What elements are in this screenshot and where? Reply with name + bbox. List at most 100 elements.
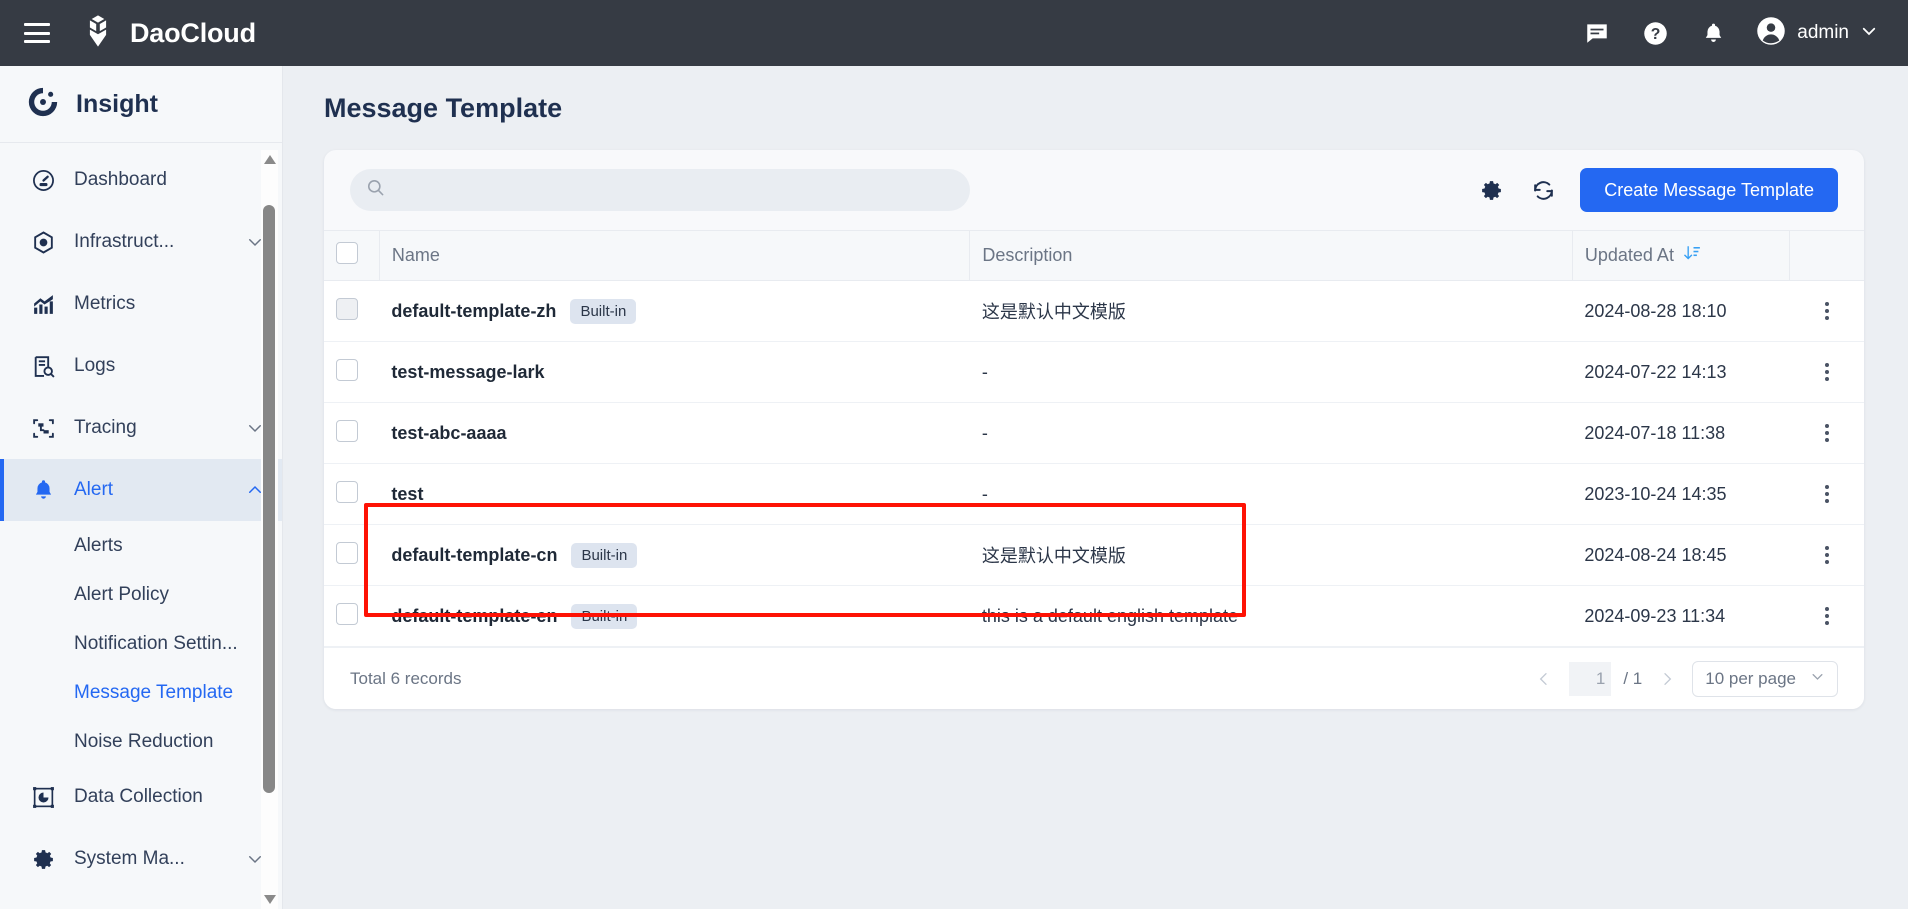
data-collection-icon bbox=[28, 782, 58, 812]
help-icon[interactable]: ? bbox=[1640, 18, 1670, 48]
sidebar-item-alerts[interactable]: Alerts bbox=[0, 521, 282, 570]
scroll-up-arrow-icon[interactable] bbox=[262, 152, 277, 167]
row-more-actions-icon[interactable] bbox=[1801, 607, 1852, 625]
next-page-icon[interactable] bbox=[1654, 666, 1680, 692]
row-more-actions-icon[interactable] bbox=[1801, 424, 1852, 442]
sidebar-subitem-label: Alert Policy bbox=[74, 584, 169, 606]
create-message-template-button[interactable]: Create Message Template bbox=[1580, 168, 1838, 212]
row-checkbox[interactable] bbox=[336, 420, 358, 442]
sidebar-item-label: Logs bbox=[74, 355, 115, 377]
row-description-cell: 这是默认中文模版 bbox=[970, 281, 1573, 342]
topbar-actions: ? admin bbox=[1582, 16, 1908, 51]
row-updated-at-cell: 2024-08-28 18:10 bbox=[1572, 281, 1789, 342]
top-bar: DaoCloud ? bbox=[0, 0, 1908, 66]
template-name: default-template-en bbox=[391, 606, 557, 627]
row-name-cell: test bbox=[379, 464, 969, 525]
row-more-actions-icon[interactable] bbox=[1801, 485, 1852, 503]
row-description-cell: 这是默认中文模版 bbox=[970, 525, 1573, 586]
table-body: default-template-zh Built-in 这是默认中文模版 20… bbox=[324, 281, 1864, 647]
table-header: Name Description Updated At bbox=[324, 231, 1864, 281]
hexagon-icon bbox=[28, 227, 58, 257]
row-checkbox[interactable] bbox=[336, 542, 358, 564]
row-checkbox[interactable] bbox=[336, 359, 358, 381]
table-row[interactable]: test-message-lark - 2024-07-22 14:13 bbox=[324, 342, 1864, 403]
sidebar-nav: Dashboard Infrastruct... Me bbox=[0, 143, 282, 890]
row-checkbox[interactable] bbox=[336, 298, 358, 320]
sort-descending-icon[interactable] bbox=[1683, 244, 1701, 267]
table-row[interactable]: default-template-zh Built-in 这是默认中文模版 20… bbox=[324, 281, 1864, 342]
bell-icon bbox=[28, 475, 58, 505]
table-row[interactable]: test-abc-aaaa - 2024-07-18 11:38 bbox=[324, 403, 1864, 464]
sidebar-item-label: Metrics bbox=[74, 293, 135, 315]
current-page-input[interactable]: 1 bbox=[1569, 662, 1611, 696]
gear-icon[interactable] bbox=[1476, 175, 1506, 205]
sidebar-subitem-label: Message Template bbox=[74, 682, 233, 704]
sidebar-item-data-collection[interactable]: Data Collection bbox=[0, 766, 282, 828]
row-select-cell bbox=[324, 586, 379, 647]
sidebar-product-header[interactable]: Insight bbox=[0, 66, 282, 143]
sidebar-scrollbar[interactable] bbox=[261, 150, 278, 909]
column-header-updated-at[interactable]: Updated At bbox=[1572, 231, 1789, 281]
row-select-cell bbox=[324, 403, 379, 464]
search-icon bbox=[366, 178, 385, 202]
main-content: Message Template bbox=[284, 66, 1908, 909]
sidebar-item-noise-reduction[interactable]: Noise Reduction bbox=[0, 717, 282, 766]
sidebar-item-label: Alert bbox=[74, 479, 113, 501]
column-header-actions bbox=[1789, 231, 1864, 281]
sidebar-item-alert[interactable]: Alert bbox=[0, 459, 282, 521]
sidebar-item-label: Data Collection bbox=[74, 786, 203, 808]
pagination: 1 / 1 10 per page bbox=[1531, 661, 1838, 697]
built-in-badge: Built-in bbox=[570, 299, 636, 324]
log-search-icon bbox=[28, 351, 58, 381]
previous-page-icon[interactable] bbox=[1531, 666, 1557, 692]
chevron-down-icon[interactable] bbox=[1860, 22, 1878, 45]
row-more-actions-icon[interactable] bbox=[1801, 363, 1852, 381]
row-select-cell bbox=[324, 464, 379, 525]
toolbar-actions: Create Message Template bbox=[1476, 168, 1838, 212]
bell-icon[interactable] bbox=[1698, 18, 1728, 48]
sidebar-item-label: Infrastruct... bbox=[74, 231, 174, 253]
sidebar-item-message-template[interactable]: Message Template bbox=[0, 668, 282, 717]
sidebar-item-metrics[interactable]: Metrics bbox=[0, 273, 282, 335]
row-more-actions-icon[interactable] bbox=[1801, 302, 1852, 320]
sidebar-item-infrastructure[interactable]: Infrastruct... bbox=[0, 211, 282, 273]
scroll-down-arrow-icon[interactable] bbox=[262, 892, 277, 907]
column-header-description[interactable]: Description bbox=[970, 231, 1573, 281]
sidebar-subitem-label: Alerts bbox=[74, 535, 123, 557]
svg-text:?: ? bbox=[1650, 26, 1660, 43]
insight-logo-icon bbox=[26, 85, 60, 124]
row-checkbox[interactable] bbox=[336, 603, 358, 625]
daocloud-logo-icon bbox=[80, 13, 116, 54]
refresh-icon[interactable] bbox=[1528, 175, 1558, 205]
message-template-card: Create Message Template Name Description… bbox=[324, 150, 1864, 709]
select-all-checkbox[interactable] bbox=[336, 242, 358, 264]
row-description-cell: this is a default english template bbox=[970, 586, 1573, 647]
row-name-cell: test-message-lark bbox=[379, 342, 969, 403]
sidebar-scrollbar-thumb[interactable] bbox=[263, 205, 275, 793]
user-menu[interactable]: admin bbox=[1756, 16, 1878, 51]
row-more-actions-icon[interactable] bbox=[1801, 546, 1852, 564]
sidebar-item-tracing[interactable]: Tracing bbox=[0, 397, 282, 459]
row-actions-cell bbox=[1789, 525, 1864, 586]
sidebar-item-alert-policy[interactable]: Alert Policy bbox=[0, 570, 282, 619]
table-row[interactable]: default-template-en Built-in this is a d… bbox=[324, 586, 1864, 647]
search-input[interactable] bbox=[395, 180, 954, 200]
per-page-select[interactable]: 10 per page bbox=[1692, 661, 1838, 697]
table-row[interactable]: default-template-cn Built-in 这是默认中文模版 20… bbox=[324, 525, 1864, 586]
hamburger-icon[interactable] bbox=[24, 23, 50, 43]
row-select-cell bbox=[324, 281, 379, 342]
total-pages-label: / 1 bbox=[1623, 669, 1642, 689]
sidebar-item-notification-settings[interactable]: Notification Settin... bbox=[0, 619, 282, 668]
brand[interactable]: DaoCloud bbox=[80, 13, 256, 54]
chat-icon[interactable] bbox=[1582, 18, 1612, 48]
column-header-name[interactable]: Name bbox=[379, 231, 969, 281]
sidebar-item-system-management[interactable]: System Ma... bbox=[0, 828, 282, 890]
sidebar-item-dashboard[interactable]: Dashboard bbox=[0, 149, 282, 211]
search-box[interactable] bbox=[350, 169, 970, 211]
sidebar-item-logs[interactable]: Logs bbox=[0, 335, 282, 397]
sidebar-item-label: Dashboard bbox=[74, 169, 167, 191]
row-checkbox[interactable] bbox=[336, 481, 358, 503]
per-page-label: 10 per page bbox=[1705, 669, 1796, 689]
table-row[interactable]: test - 2023-10-24 14:35 bbox=[324, 464, 1864, 525]
sidebar-item-label: System Ma... bbox=[74, 848, 185, 870]
